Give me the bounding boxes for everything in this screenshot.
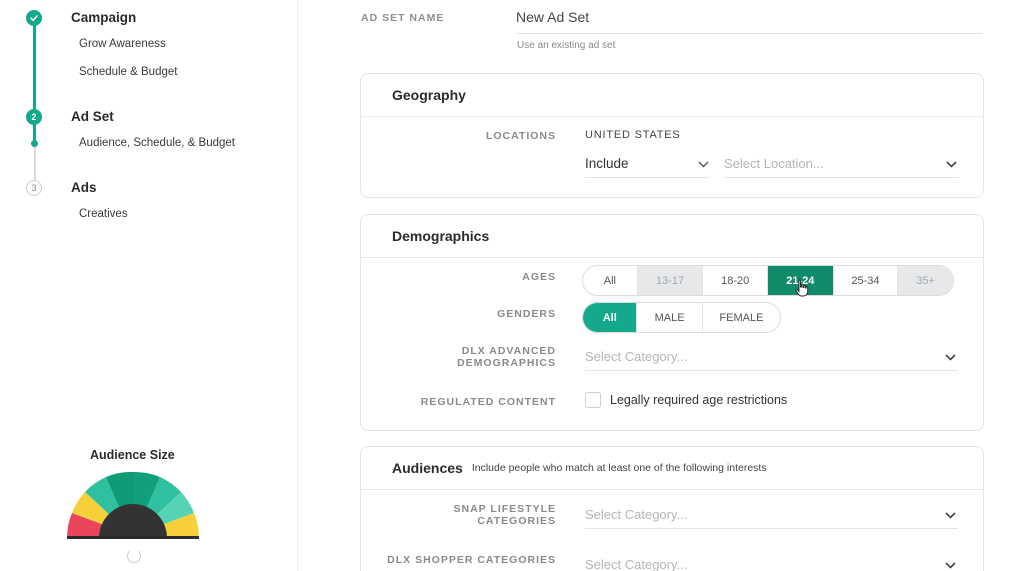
current-substep-dot	[31, 140, 38, 147]
gender-option-female[interactable]: FEMALE	[703, 303, 780, 332]
dlx-advanced-demographics-label: DLX ADVANCED DEMOGRAPHICS	[457, 345, 556, 369]
audiences-header: Audiences Include people who match at le…	[361, 447, 983, 490]
snap-lifestyle-label: SNAP LIFESTYLE CATEGORIES	[454, 503, 557, 527]
snap-label-line-1: SNAP LIFESTYLE	[453, 503, 556, 515]
ad-set-name-input[interactable]: New Ad Set	[516, 8, 982, 34]
geography-title: Geography	[392, 87, 466, 103]
step-ad-set-title[interactable]: Ad Set	[71, 109, 114, 124]
audience-size-title: Audience Size	[90, 448, 175, 462]
hand-cursor-icon	[795, 279, 809, 297]
chevron-down-icon	[945, 354, 956, 361]
dlx-shopper-label: DLX SHOPPER CATEGORIES	[387, 554, 556, 566]
include-select-value: Include	[585, 156, 629, 171]
audience-size-gauge	[67, 471, 199, 539]
location-select-placeholder: Select Location...	[724, 156, 824, 171]
sidebar-item-grow-awareness[interactable]: Grow Awareness	[79, 38, 166, 50]
locations-label: LOCATIONS	[485, 130, 556, 142]
dlx-demographics-placeholder: Select Category...	[585, 349, 688, 364]
dlx-label-line-1: DLX ADVANCED	[461, 345, 556, 357]
sidebar-item-schedule-budget[interactable]: Schedule & Budget	[79, 66, 177, 78]
dlx-shopper-placeholder: Select Category...	[585, 557, 688, 571]
snap-label-line-2: CATEGORIES	[477, 515, 556, 527]
gender-option-all[interactable]: All	[583, 303, 638, 332]
location-country: UNITED STATES	[585, 129, 681, 141]
age-option-18-20[interactable]: 18-20	[703, 266, 768, 295]
audiences-hint: Include people who match at least one of…	[471, 462, 767, 474]
demographics-header: Demographics	[361, 215, 983, 258]
include-exclude-select[interactable]: Include	[585, 152, 709, 178]
location-select[interactable]: Select Location...	[724, 152, 959, 178]
chevron-down-icon	[945, 562, 956, 569]
chevron-down-icon	[698, 161, 709, 168]
geography-card: Geography LOCATIONS UNITED STATES Includ…	[360, 73, 984, 198]
dlx-demographics-select[interactable]: Select Category...	[585, 345, 958, 371]
snap-lifestyle-select[interactable]: Select Category...	[585, 503, 958, 529]
audiences-card: Audiences Include people who match at le…	[360, 446, 984, 571]
age-option-13-17[interactable]: 13-17	[637, 266, 704, 295]
use-existing-ad-set-link[interactable]: Use an existing ad set	[517, 40, 615, 51]
step-number-2[interactable]: 2	[26, 109, 42, 125]
chevron-down-icon	[946, 161, 957, 168]
gender-option-male[interactable]: MALE	[637, 303, 703, 332]
genders-label: GENDERS	[497, 308, 556, 320]
snap-lifestyle-placeholder: Select Category...	[585, 507, 688, 522]
demographics-card: Demographics AGES All 13-17 18-20 21-24 …	[360, 214, 984, 431]
wizard-sidebar: Campaign Grow Awareness Schedule & Budge…	[0, 0, 298, 571]
step-ads-title[interactable]: Ads	[71, 180, 97, 195]
chevron-down-icon	[945, 512, 956, 519]
genders-segmented-control: All MALE FEMALE	[582, 302, 781, 333]
age-restrictions-label[interactable]: Legally required age restrictions	[610, 393, 787, 407]
ad-set-name-label: AD SET NAME	[361, 12, 445, 24]
age-restrictions-checkbox[interactable]	[585, 392, 601, 408]
sidebar-item-creatives[interactable]: Creatives	[79, 208, 128, 220]
sidebar-item-audience-schedule-budget[interactable]: Audience, Schedule, & Budget	[79, 137, 235, 149]
dlx-shopper-select[interactable]: Select Category...	[585, 553, 958, 571]
progress-rail-complete	[33, 18, 36, 117]
age-option-25-34[interactable]: 25-34	[834, 266, 899, 295]
demographics-title: Demographics	[392, 228, 490, 244]
dlx-label-line-2: DEMOGRAPHICS	[457, 357, 556, 369]
age-option-35-plus[interactable]: 35+	[898, 266, 953, 295]
step-number-3[interactable]: 3	[26, 180, 42, 196]
audiences-title: Audiences	[392, 460, 463, 476]
regulated-content-label: REGULATED CONTENT	[420, 396, 556, 408]
step-campaign-title[interactable]: Campaign	[71, 10, 136, 25]
loading-spinner-icon	[127, 549, 141, 563]
age-option-all[interactable]: All	[583, 266, 638, 295]
geography-header: Geography	[361, 74, 983, 117]
step-complete-check-icon[interactable]	[26, 10, 42, 26]
ages-label: AGES	[522, 271, 556, 283]
ages-segmented-control: All 13-17 18-20 21-24 25-34 35+	[582, 265, 954, 296]
